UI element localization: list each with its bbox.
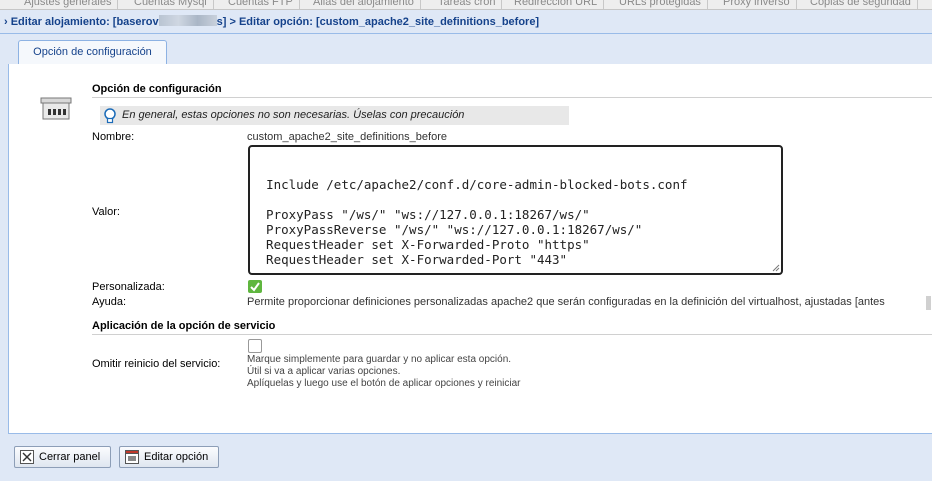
omitir-checkbox[interactable]: [248, 339, 262, 353]
horizontal-overflow-indicator: [926, 296, 931, 310]
edit-icon: [125, 450, 139, 464]
tab-urls-protegidas[interactable]: URLs protegidas: [613, 0, 708, 9]
tab-cuentas-ftp[interactable]: Cuentas FTP: [222, 0, 300, 9]
tab-redireccion-url[interactable]: Redirección URL: [508, 0, 605, 9]
close-panel-label: Cerrar panel: [39, 451, 101, 463]
valor-label: Valor:: [92, 206, 120, 218]
server-icon: [40, 97, 72, 120]
tab-opcion-configuracion[interactable]: Opción de configuración: [18, 40, 167, 65]
nombre-value: custom_apache2_site_definitions_before: [247, 131, 447, 143]
tab-strip: Opción de configuración: [8, 34, 932, 65]
close-panel-button[interactable]: Cerrar panel: [14, 446, 111, 468]
omitir-note-1: Marque simplemente para guardar y no apl…: [247, 354, 512, 365]
resize-grip-icon[interactable]: [772, 264, 780, 272]
personalizada-label: Personalizada:: [92, 281, 165, 293]
breadcrumb: › Editar alojamiento: [baserov s] > Edita…: [4, 15, 539, 28]
breadcrumb-prefix: › Editar alojamiento: [baserov: [4, 16, 159, 28]
omitir-note-2: Útil si va a aplicar varias opciones.: [247, 366, 401, 377]
ayuda-label: Ayuda:: [92, 296, 127, 308]
check-icon: [250, 282, 260, 292]
tab-alias-alojamiento[interactable]: Alias del alojamiento: [307, 0, 421, 9]
omitir-label: Omitir reinicio del servicio:: [92, 358, 221, 370]
tab-ajustes-generales[interactable]: Ajustes generales: [18, 0, 119, 9]
warning-hint: En general, estas opciones no son necesa…: [100, 106, 569, 125]
omitir-note-3: Aplíquelas y luego use el botón de aplic…: [247, 378, 521, 389]
personalizada-checkbox[interactable]: [248, 280, 262, 293]
lightbulb-icon: [104, 108, 116, 124]
tab-proxy-inverso[interactable]: Proxy inverso: [717, 0, 797, 9]
hint-text: En general, estas opciones no son necesa…: [122, 109, 465, 121]
close-icon: [20, 450, 34, 464]
section-title-servicio: Aplicación de la opción de servicio: [92, 320, 932, 335]
edit-option-button[interactable]: Editar opción: [119, 446, 219, 468]
panel-header: › Editar alojamiento: [baserov s] > Edita…: [0, 10, 932, 34]
section-title-config: Opción de configuración: [92, 83, 932, 98]
nombre-label: Nombre:: [92, 131, 135, 143]
top-tab-strip: Ajustes generales Cuentas Mysql Cuentas …: [0, 0, 932, 10]
breadcrumb-suffix: s] > Editar opción: [custom_apache2_site…: [216, 16, 540, 28]
tab-tareas-cron[interactable]: Tareas cron: [432, 0, 503, 9]
tab-cuentas-mysql[interactable]: Cuentas Mysql: [128, 0, 214, 9]
edit-option-label: Editar opción: [144, 451, 209, 463]
valor-textarea[interactable]: Include /etc/apache2/conf.d/core-admin-b…: [248, 145, 783, 275]
ayuda-value: Permite proporcionar definiciones person…: [247, 296, 885, 308]
footer-toolbar: Cerrar panel Editar opción: [8, 438, 932, 481]
valor-text: Include /etc/apache2/conf.d/core-admin-b…: [266, 177, 688, 267]
redacted-block: [158, 15, 217, 26]
tab-copias-seguridad[interactable]: Copias de seguridad: [804, 0, 918, 9]
